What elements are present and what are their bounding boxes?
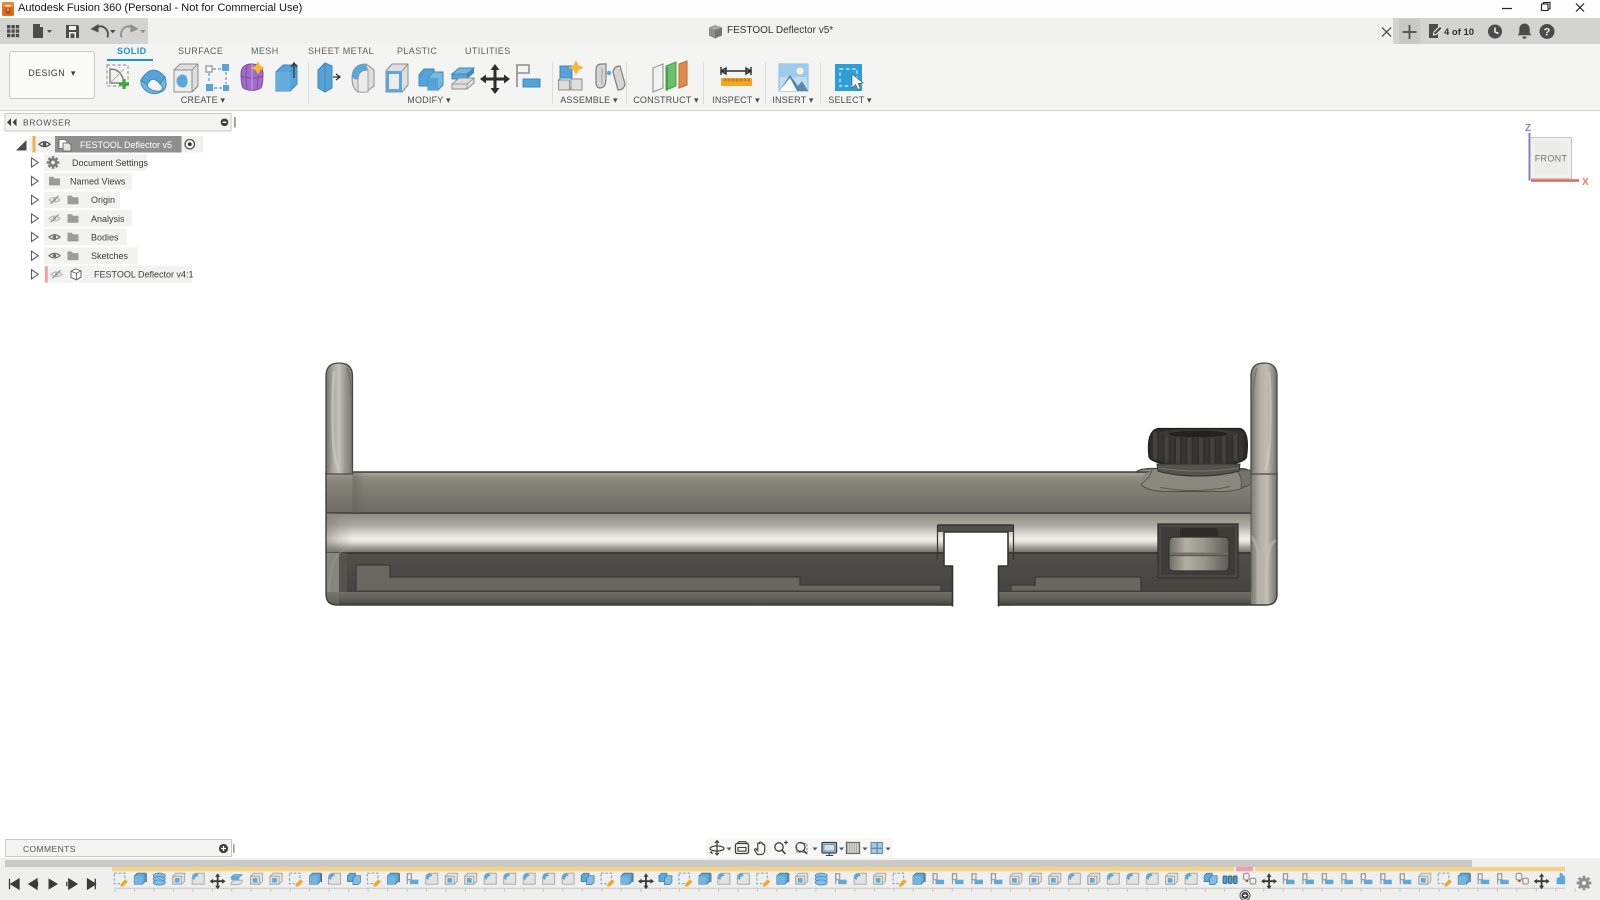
svg-text:Sketches: Sketches xyxy=(91,251,129,261)
svg-text:Bodies: Bodies xyxy=(91,232,119,242)
svg-text:Origin: Origin xyxy=(91,195,115,205)
svg-text:FRONT: FRONT xyxy=(1535,154,1568,164)
svg-text:FESTOOL Deflector v5: FESTOOL Deflector v5 xyxy=(80,140,172,150)
svg-text:Analysis: Analysis xyxy=(91,214,125,224)
svg-text:?: ? xyxy=(1544,27,1551,39)
svg-text:Z: Z xyxy=(1525,123,1531,134)
svg-text:BROWSER: BROWSER xyxy=(23,118,71,128)
svg-text:Document Settings: Document Settings xyxy=(72,158,149,168)
svg-text:Named Views: Named Views xyxy=(70,176,126,186)
svg-text:FESTOOL Deflector v4:1: FESTOOL Deflector v4:1 xyxy=(94,270,194,280)
svg-text:X: X xyxy=(1582,177,1589,188)
svg-text:4 of 10: 4 of 10 xyxy=(1444,27,1474,38)
